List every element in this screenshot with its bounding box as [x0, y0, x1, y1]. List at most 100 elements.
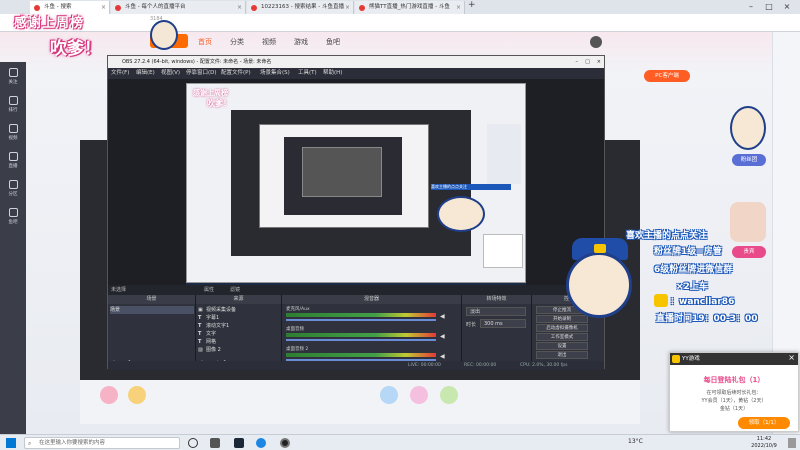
speaker-icon[interactable]: ◀ [440, 353, 445, 360]
obs-menu-bar: 文件(F) 编辑(E) 视图(V) 停靠窗口(D) 配置文件(P) 场景集合(S… [108, 68, 604, 79]
nav-games[interactable]: 游戏 [294, 37, 308, 47]
clock-date: 2022/10/9 [751, 443, 777, 449]
close-icon[interactable]: × [345, 1, 350, 14]
pc-client-button[interactable]: PC客户端 [644, 70, 690, 82]
sidebar-item-fishbar[interactable]: 鱼吧 [0, 208, 26, 225]
menu-edit[interactable]: 编辑(E) [136, 68, 155, 79]
taskbar-search-input[interactable]: ⌕ 在这里输入你要搜索的内容 [24, 437, 180, 449]
sidebar-item-follow[interactable]: 关注 [0, 68, 26, 85]
start-recording-button[interactable]: 开始录制 [536, 315, 588, 323]
close-icon[interactable]: × [456, 1, 461, 14]
close-icon[interactable]: × [101, 1, 106, 14]
exit-button[interactable]: 退出 [536, 351, 588, 359]
source-label: 字幕1 [206, 315, 220, 321]
menu-profile[interactable]: 配置文件(P) [221, 68, 251, 79]
sidebar-item-video[interactable]: 视频 [0, 124, 26, 141]
search-icon: ⌕ [28, 440, 32, 447]
claim-button[interactable]: 领取（1/1） [738, 417, 790, 429]
duration-input[interactable]: 300 ms [480, 319, 526, 328]
app-icon[interactable] [210, 438, 220, 448]
mascot-badge [594, 244, 606, 253]
close-icon[interactable]: × [788, 353, 795, 362]
video-icon [8, 124, 18, 133]
nav-category[interactable]: 分类 [230, 37, 244, 47]
popup-text: 金钻（1天） [719, 406, 749, 412]
transition-select[interactable]: 淡出 [466, 307, 526, 316]
vip-tag[interactable]: 贵宾 [732, 246, 766, 258]
menu-docks[interactable]: 停靠窗口(D) [186, 68, 217, 79]
studio-mode-button[interactable]: 工作室模式 [536, 333, 588, 341]
fan-club-tag[interactable]: 粉丝团 [732, 154, 766, 166]
nested-banner-text: 感谢上周榜 [193, 89, 228, 97]
gift-icon[interactable] [440, 386, 458, 404]
sidebar-item-category[interactable]: 分区 [0, 180, 26, 197]
menu-file[interactable]: 文件(F) [111, 68, 129, 79]
source-item[interactable]: T 网格 [198, 338, 216, 346]
edge-icon[interactable] [256, 438, 266, 448]
close-icon[interactable]: × [237, 1, 242, 14]
close-window-icon[interactable]: × [778, 0, 796, 14]
menu-tools[interactable]: 工具(T) [298, 68, 317, 79]
gift-icon[interactable] [380, 386, 398, 404]
windows-start-icon[interactable] [6, 438, 16, 448]
browser-tab[interactable]: 斗鱼 - 每个人的直播平台 × [111, 1, 246, 14]
maximize-icon[interactable]: □ [760, 0, 778, 14]
weather-temperature[interactable]: 13°C [628, 438, 643, 445]
menu-view[interactable]: 视图(V) [161, 68, 180, 79]
minimize-icon[interactable]: – [742, 0, 760, 14]
close-icon[interactable]: × [597, 56, 601, 68]
sidebar-label: 鱼吧 [8, 220, 18, 225]
speaker-icon[interactable]: ◀ [440, 333, 445, 340]
overlay-text-schedule: 直播时间19：00-3：00 [656, 314, 758, 324]
gift-icon[interactable] [100, 386, 118, 404]
address-bar[interactable] [0, 14, 800, 32]
nested-banner-big-text: 吹爹！ [207, 99, 231, 108]
minimize-icon[interactable]: – [576, 56, 579, 68]
source-item[interactable]: ▨ 图像 2 [198, 346, 221, 354]
volume-meter [286, 333, 436, 337]
steam-icon[interactable] [234, 438, 244, 448]
source-item[interactable]: ▣ 视频采集设备 [198, 306, 236, 314]
cpu-status: CPU: 2.0%, 30.00 fps [520, 363, 568, 368]
mixer-track-label: 麦克风/Aux [286, 307, 310, 312]
sources-dock: 来源 ▣视频采集设备 T字幕1 T滚动文字1 T文字 T网格 ▨图像 2 ＋ －… [196, 295, 282, 370]
new-tab-button[interactable]: + [468, 0, 476, 10]
source-item[interactable]: T 滚动文字1 [198, 322, 229, 330]
source-label: 视频采集设备 [206, 307, 237, 313]
gift-icon[interactable] [128, 386, 146, 404]
settings-button[interactable]: 设置 [536, 342, 588, 350]
nav-video[interactable]: 视频 [262, 37, 276, 47]
notification-icon[interactable] [788, 438, 796, 448]
avatar[interactable] [590, 36, 602, 48]
sidebar-item-rank[interactable]: 排行 [0, 96, 26, 113]
wechat-icon [654, 294, 668, 307]
volume-slider[interactable] [286, 339, 436, 341]
source-item[interactable]: T 文字 [198, 330, 216, 338]
nav-home[interactable]: 首页 [198, 37, 212, 47]
browser-tab[interactable]: 10223163 - 搜索结果 - 斗鱼直播 × [247, 1, 354, 14]
browser-tab[interactable]: 熊猫TT直播_热门游戏直播 - 斗鱼 × [355, 1, 465, 14]
source-item[interactable]: T 字幕1 [198, 314, 219, 322]
scene-item[interactable]: 场景 [110, 306, 194, 314]
properties-button[interactable]: 属性 [204, 286, 214, 293]
task-view-icon[interactable] [188, 438, 198, 448]
maximize-icon[interactable]: □ [585, 56, 590, 68]
menu-help[interactable]: 帮助(H) [323, 68, 342, 79]
sidebar-item-live[interactable]: 直播 [0, 152, 26, 169]
volume-slider[interactable] [286, 319, 436, 321]
clock-time: 11:42 [756, 436, 772, 442]
filters-button[interactable]: 滤镜 [230, 286, 240, 293]
nav-fishbar[interactable]: 鱼吧 [326, 37, 340, 47]
rank-icon [8, 96, 18, 105]
nested-stream-area [231, 110, 471, 256]
popup-text: YY会员（1天），黄钻（2天） [701, 398, 767, 404]
transitions-dock-title: 转场特效 [462, 295, 531, 304]
obs-icon[interactable] [280, 438, 290, 448]
obs-title-bar: OBS 27.2.4 (64-bit, windows) - 配置文件: 未命名… [108, 56, 604, 68]
virtual-camera-button[interactable]: 启动虚拟摄像机 [536, 324, 588, 332]
gift-icon[interactable] [410, 386, 428, 404]
menu-scene-collection[interactable]: 场景集合(S) [260, 68, 290, 79]
nested-preview-screen-2 [259, 124, 429, 228]
speaker-icon[interactable]: ◀ [440, 313, 445, 320]
taskbar-clock[interactable]: 11:42 2022/10/9 [744, 436, 784, 450]
